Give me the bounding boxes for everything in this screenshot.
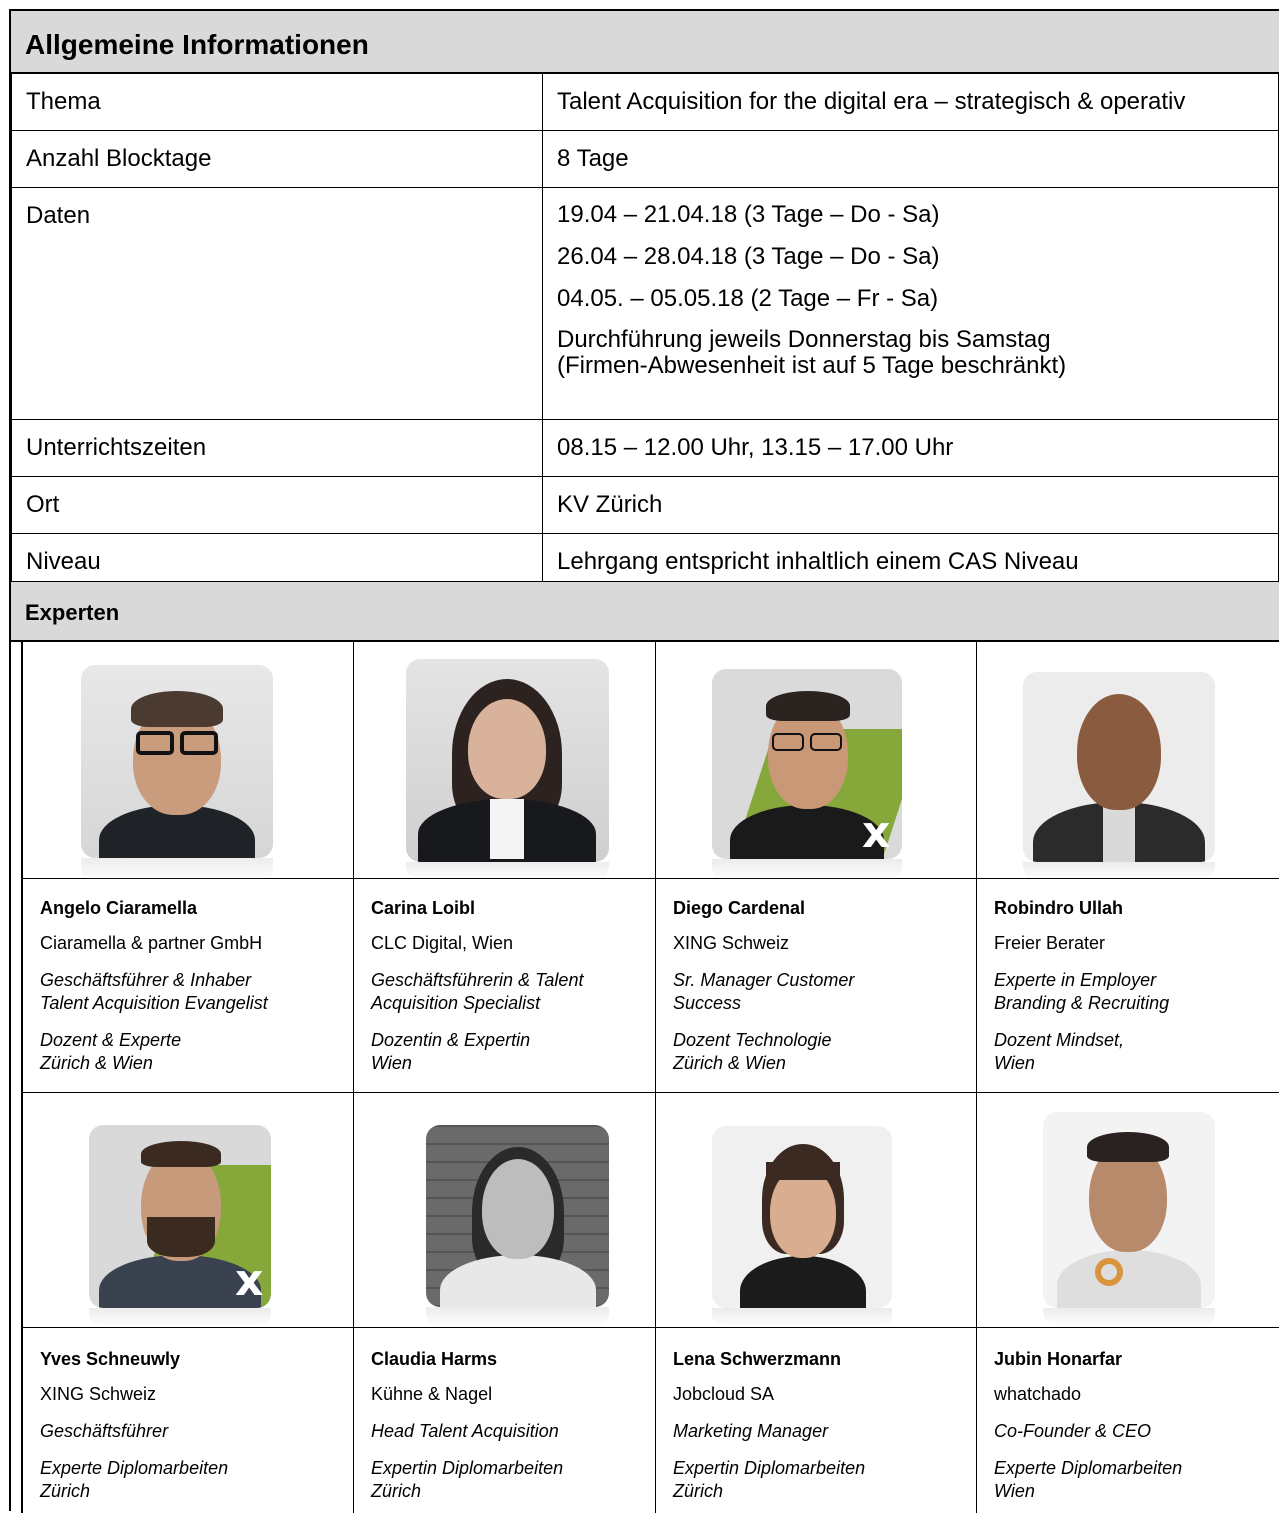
expert-name: Robindro Ullah [994, 898, 1123, 918]
expert-photo [712, 1126, 892, 1308]
expert-name: Lena Schwerzmann [673, 1349, 842, 1369]
expert-photo [1043, 1112, 1215, 1308]
info-row-times: Unterrichtszeiten 08.15 – 12.00 Uhr, 13.… [11, 419, 1279, 477]
info-row-dates: Daten 19.04 – 21.04.18 (3 Tage – Do - Sa… [11, 187, 1279, 420]
expert-role: Head Talent Acquisition [371, 1421, 559, 1441]
expert-card: Robindro Ullah Freier Berater Experte in… [977, 642, 1279, 1092]
info-row-block-days: Anzahl Blocktage 8 Tage [11, 130, 1279, 188]
expert-name: Diego Cardenal [673, 898, 806, 918]
expert-name: Yves Schneuwly [40, 1349, 181, 1369]
expert-teaching: Dozent & Experte Zürich & Wien [40, 1030, 182, 1073]
date-range: 26.04 – 28.04.18 (3 Tage – Do - Sa) [557, 243, 940, 270]
expert-role: Experte in Employer Branding & Recruiting [994, 970, 1170, 1013]
expert-teaching: Dozentin & Expertin Wien [371, 1030, 531, 1073]
dates-note-line: Durchführung jeweils Donnerstag bis Sams… [557, 326, 1051, 353]
expert-name: Jubin Honarfar [994, 1349, 1123, 1369]
dates-note-line: (Firmen-Abwesenheit ist auf 5 Tage besch… [557, 352, 1067, 379]
expert-company: Ciaramella & partner GmbH [40, 933, 263, 953]
expert-photo [426, 1125, 609, 1307]
expert-card: Lena Schwerzmann Jobcloud SA Marketing M… [656, 1092, 977, 1513]
document-frame: Allgemeine Informationen Thema Talent Ac… [9, 9, 1279, 1513]
expert-role: Geschäftsführer & Inhaber Talent Acquisit… [40, 970, 268, 1013]
expert-role: Geschäftsführer [40, 1421, 169, 1441]
info-label: Daten [26, 202, 91, 229]
expert-role: Geschäftsführerin & Talent Acquisition Sp… [371, 970, 584, 1013]
expert-card: Claudia Harms Kühne & Nagel Head Talent … [354, 1092, 656, 1513]
expert-company: CLC Digital, Wien [371, 933, 514, 953]
info-label: Niveau [26, 548, 101, 575]
info-label: Thema [26, 88, 101, 115]
expert-card: x Diego Cardenal XING Schweiz Sr. Manage… [656, 642, 977, 1092]
expert-photo: x [89, 1125, 271, 1308]
experts-grid: Angelo Ciaramella Ciaramella & partner G… [21, 642, 1279, 1513]
expert-company: Freier Berater [994, 933, 1106, 953]
expert-teaching: Dozent Technologie Zürich & Wien [673, 1030, 832, 1073]
date-range: 04.05. – 05.05.18 (2 Tage – Fr - Sa) [557, 285, 939, 312]
expert-role: Co-Founder & CEO [994, 1421, 1152, 1441]
info-value: Lehrgang entspricht inhaltlich einem CAS… [557, 548, 1079, 575]
expert-card: Carina Loibl CLC Digital, Wien Geschäfts… [354, 642, 656, 1092]
dates-note: Durchführung jeweils Donnerstag bis Sams… [557, 327, 1278, 379]
expert-photo [406, 659, 609, 862]
expert-company: XING Schweiz [40, 1384, 157, 1404]
info-value: KV Zürich [557, 491, 663, 518]
expert-photo [81, 665, 273, 858]
info-row-topic: Thema Talent Acquisition for the digital… [11, 73, 1279, 131]
expert-company: XING Schweiz [673, 933, 790, 953]
expert-teaching: Dozent Mindset, Wien [994, 1030, 1125, 1073]
expert-teaching: Experte Diplomarbeiten Wien [994, 1458, 1183, 1501]
expert-photo: x [712, 669, 902, 859]
expert-role: Sr. Manager Customer Success [673, 970, 855, 1013]
info-row-location: Ort KV Zürich [11, 476, 1279, 534]
expert-teaching: Expertin Diplomarbeiten Zürich [673, 1458, 866, 1501]
expert-name: Carina Loibl [371, 898, 476, 918]
general-info-table: Thema Talent Acquisition for the digital… [11, 73, 1279, 591]
expert-card: Jubin Honarfar whatchado Co-Founder & CE… [977, 1092, 1279, 1513]
expert-teaching: Expertin Diplomarbeiten Zürich [371, 1458, 564, 1501]
info-value: 08.15 – 12.00 Uhr, 13.15 – 17.00 Uhr [557, 434, 954, 461]
info-label: Ort [26, 491, 60, 518]
expert-name: Claudia Harms [371, 1349, 498, 1369]
expert-company: Kühne & Nagel [371, 1384, 493, 1404]
expert-name: Angelo Ciaramella [40, 898, 198, 918]
expert-photo [1023, 672, 1215, 862]
general-info-heading: Allgemeine Informationen [11, 11, 1279, 73]
expert-company: Jobcloud SA [673, 1384, 775, 1404]
expert-card: Angelo Ciaramella Ciaramella & partner G… [23, 642, 354, 1092]
info-label: Unterrichtszeiten [26, 434, 207, 461]
info-label: Anzahl Blocktage [26, 145, 212, 172]
expert-card: x Yves Schneuwly XING Schweiz Geschäftsf… [23, 1092, 354, 1513]
info-value: Talent Acquisition for the digital era –… [557, 88, 1186, 115]
expert-company: whatchado [994, 1384, 1082, 1404]
expert-role: Marketing Manager [673, 1421, 829, 1441]
info-value: 8 Tage [557, 145, 629, 172]
experts-heading: Experten [11, 581, 1279, 642]
expert-teaching: Experte Diplomarbeiten Zürich [40, 1458, 229, 1501]
date-range: 19.04 – 21.04.18 (3 Tage – Do - Sa) [557, 201, 940, 228]
